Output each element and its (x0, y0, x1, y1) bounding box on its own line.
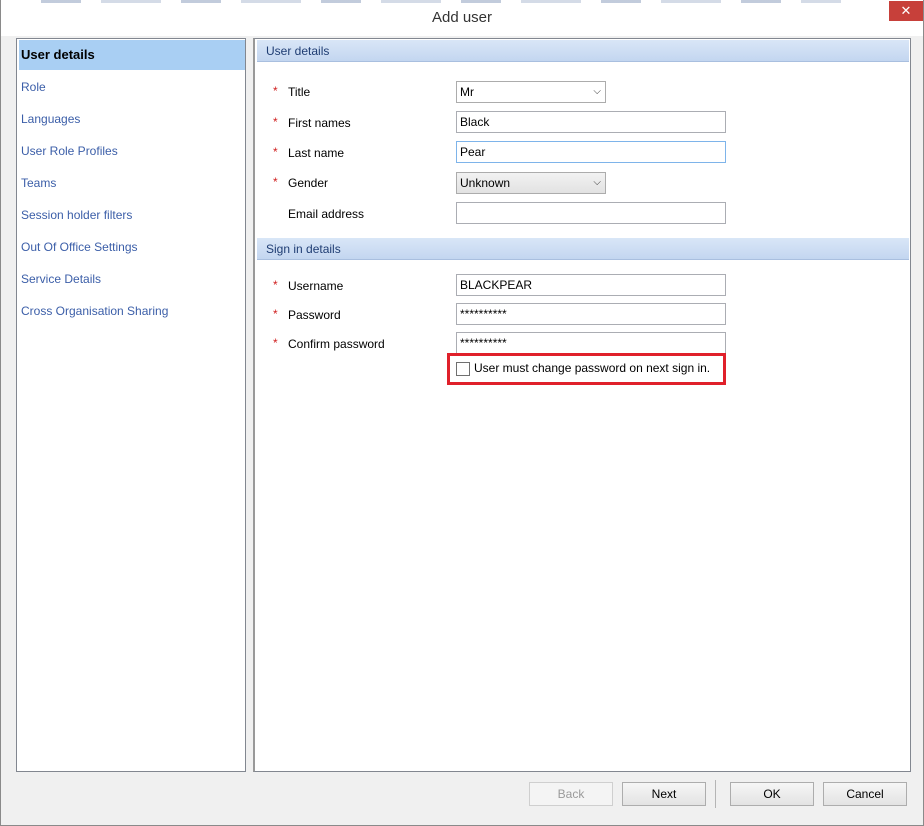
chevron-down-icon: ⌵ (593, 177, 601, 188)
form-panel: User details * Title Mr ⌵ * First names … (253, 38, 911, 772)
required-marker: * (273, 145, 278, 159)
section-header-user-details: User details (257, 40, 909, 62)
sidebar-item-cross-organisation-sharing[interactable]: Cross Organisation Sharing (19, 296, 245, 326)
chevron-down-icon: ⌵ (593, 86, 601, 97)
confirm-password-input[interactable] (456, 332, 726, 354)
password-input[interactable] (456, 303, 726, 325)
title-select[interactable]: Mr ⌵ (456, 81, 606, 103)
email-input[interactable] (456, 202, 726, 224)
back-button[interactable]: Back (529, 782, 613, 806)
title-bar: Add user ✕ (1, 0, 923, 36)
last-name-input[interactable] (456, 141, 726, 163)
window-title: Add user (431, 9, 493, 26)
gender-select-value: Unknown (460, 176, 511, 190)
close-icon: ✕ (900, 3, 912, 18)
required-marker: * (273, 115, 278, 129)
sidebar-item-languages[interactable]: Languages (19, 104, 245, 134)
sidebar-item-user-role-profiles[interactable]: User Role Profiles (19, 136, 245, 166)
sidebar-item-out-of-office-settings[interactable]: Out Of Office Settings (19, 232, 245, 262)
next-button[interactable]: Next (622, 782, 706, 806)
change-password-label[interactable]: User must change password on next sign i… (474, 361, 710, 375)
sidebar-item-session-holder-filters[interactable]: Session holder filters (19, 200, 245, 230)
confirm-password-label: Confirm password (288, 337, 385, 351)
gender-select[interactable]: Unknown ⌵ (456, 172, 606, 194)
title-select-value: Mr (460, 85, 474, 99)
sidebar-item-role[interactable]: Role (19, 72, 245, 102)
cancel-button[interactable]: Cancel (823, 782, 907, 806)
required-marker: * (273, 175, 278, 189)
close-button[interactable]: ✕ (889, 1, 923, 21)
password-label: Password (288, 308, 341, 322)
background-strip (41, 0, 841, 3)
username-label: Username (288, 279, 344, 293)
first-names-input[interactable] (456, 111, 726, 133)
gender-label: Gender (288, 176, 329, 190)
sidebar-item-user-details[interactable]: User details (19, 40, 245, 70)
ok-button[interactable]: OK (730, 782, 814, 806)
email-label: Email address (288, 207, 365, 221)
required-marker: * (273, 307, 278, 321)
required-marker: * (273, 84, 278, 98)
first-names-label: First names (288, 116, 351, 130)
section-header-sign-in-details: Sign in details (257, 238, 909, 260)
change-password-checkbox[interactable] (456, 362, 470, 376)
title-label: Title (288, 85, 311, 99)
sidebar-item-service-details[interactable]: Service Details (19, 264, 245, 294)
sidebar-nav: User details Role Languages User Role Pr… (16, 38, 246, 772)
add-user-dialog: Add user ✕ User details Role Languages U… (0, 0, 924, 826)
sidebar-item-teams[interactable]: Teams (19, 168, 245, 198)
required-marker: * (273, 336, 278, 350)
change-password-highlight: User must change password on next sign i… (447, 353, 726, 385)
required-marker: * (273, 278, 278, 292)
footer-separator (715, 780, 716, 808)
username-input[interactable] (456, 274, 726, 296)
last-name-label: Last name (288, 146, 345, 160)
